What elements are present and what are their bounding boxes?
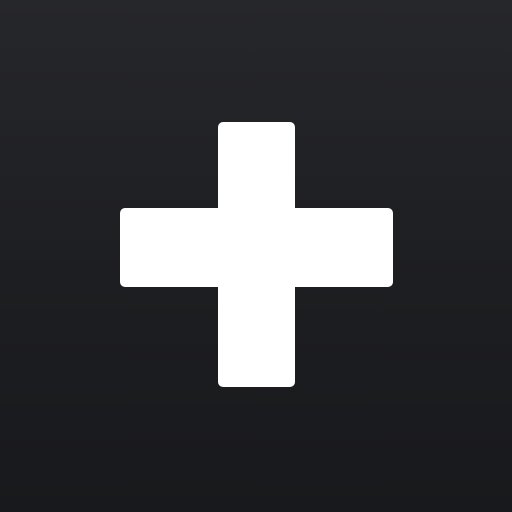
plus-vertical-bar [218,122,295,387]
plus-horizontal-bar [120,208,393,287]
plus-icon [120,122,393,387]
app-icon-tile[interactable] [0,0,512,512]
